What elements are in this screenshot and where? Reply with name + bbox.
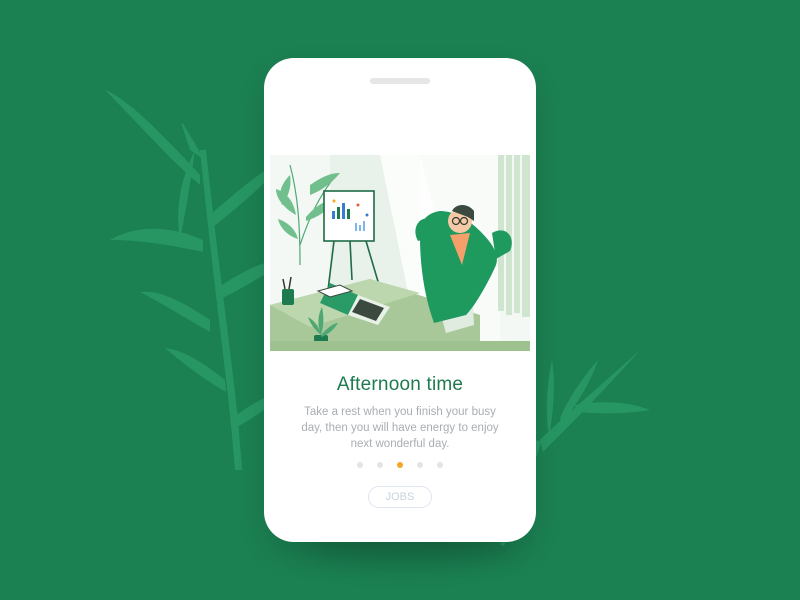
- phone-speaker: [370, 78, 430, 84]
- pagination-dots: [264, 460, 536, 470]
- pagination-dot-1[interactable]: [357, 462, 363, 468]
- phone-frame: Afternoon time Take a rest when you fini…: [264, 58, 536, 542]
- pagination-dot-5[interactable]: [437, 462, 443, 468]
- pagination-dot-3-active[interactable]: [397, 462, 403, 468]
- onboarding-description: Take a rest when you finish your busy da…: [301, 406, 499, 450]
- pagination-dot-4[interactable]: [417, 462, 423, 468]
- onboarding-title: Afternoon time: [336, 374, 464, 395]
- office-relax-illustration: [270, 155, 530, 351]
- pagination-dot-2[interactable]: [377, 462, 383, 468]
- jobs-button[interactable]: JOBS: [368, 486, 432, 508]
